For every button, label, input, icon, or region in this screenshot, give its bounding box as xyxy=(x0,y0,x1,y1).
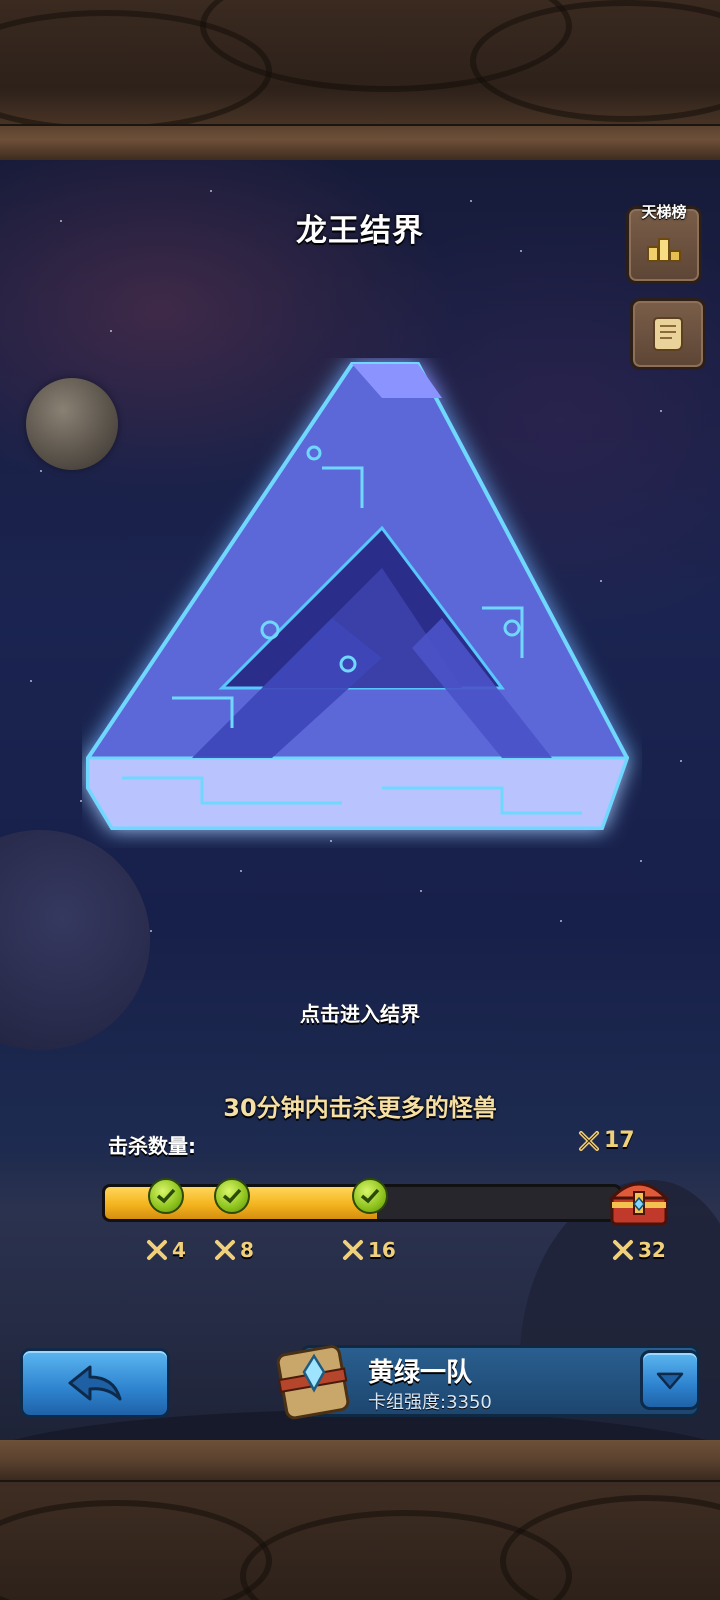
checkmark-icon xyxy=(156,1188,176,1204)
ladder-button[interactable]: 天梯榜 xyxy=(626,203,702,284)
crossed-swords-icon xyxy=(613,1240,633,1260)
page-title: 龙王结界 xyxy=(296,213,424,249)
team-name: 黄绿一队 xyxy=(368,1358,473,1388)
game-screen: 龙王结界 天梯榜 点击进入结界 30分钟内击杀更多的怪兽 击杀数量: 17 4 … xyxy=(0,0,720,1600)
milestone-4: 4 xyxy=(146,1238,186,1262)
milestone-label: 16 xyxy=(368,1238,396,1262)
scroll-icon xyxy=(653,317,683,351)
milestone-32: 32 xyxy=(612,1238,666,1262)
wooden-frame-bottom xyxy=(0,1440,720,1600)
crossed-swords-icon xyxy=(343,1240,363,1260)
enter-realm-hint[interactable]: 点击进入结界 xyxy=(0,998,720,1027)
current-kill-count: 17 xyxy=(578,1128,635,1153)
milestone-check-2 xyxy=(214,1178,250,1214)
milestone-label: 8 xyxy=(240,1238,254,1262)
dragon-realm-portal[interactable] xyxy=(82,358,642,848)
crossed-swords-icon xyxy=(147,1240,167,1260)
team-dropdown-button[interactable] xyxy=(640,1350,700,1410)
team-power: 卡组强度:3350 xyxy=(368,1392,492,1413)
milestone-16: 16 xyxy=(342,1238,396,1262)
crossed-swords-icon xyxy=(215,1240,235,1260)
podium-icon xyxy=(647,238,681,262)
checkmark-icon xyxy=(360,1188,380,1204)
ladder-button-label: 天梯榜 xyxy=(641,203,687,221)
wooden-frame-top xyxy=(0,0,720,160)
treasure-chest-icon[interactable] xyxy=(608,1176,670,1228)
card-deck-icon xyxy=(276,1345,350,1420)
milestone-label: 32 xyxy=(638,1238,666,1262)
back-button[interactable] xyxy=(20,1348,170,1418)
back-arrow-icon xyxy=(68,1365,122,1401)
checkmark-icon xyxy=(222,1188,242,1204)
milestone-8: 8 xyxy=(214,1238,254,1262)
milestone-label: 4 xyxy=(172,1238,186,1262)
milestone-check-1 xyxy=(148,1178,184,1214)
milestone-check-3 xyxy=(352,1178,388,1214)
current-kill-value: 17 xyxy=(604,1128,635,1153)
kill-count-label: 击杀数量: xyxy=(108,1134,196,1158)
chevron-down-icon xyxy=(656,1372,684,1390)
challenge-goal: 30分钟内击杀更多的怪兽 xyxy=(223,1094,497,1122)
crossed-swords-icon xyxy=(579,1130,599,1151)
